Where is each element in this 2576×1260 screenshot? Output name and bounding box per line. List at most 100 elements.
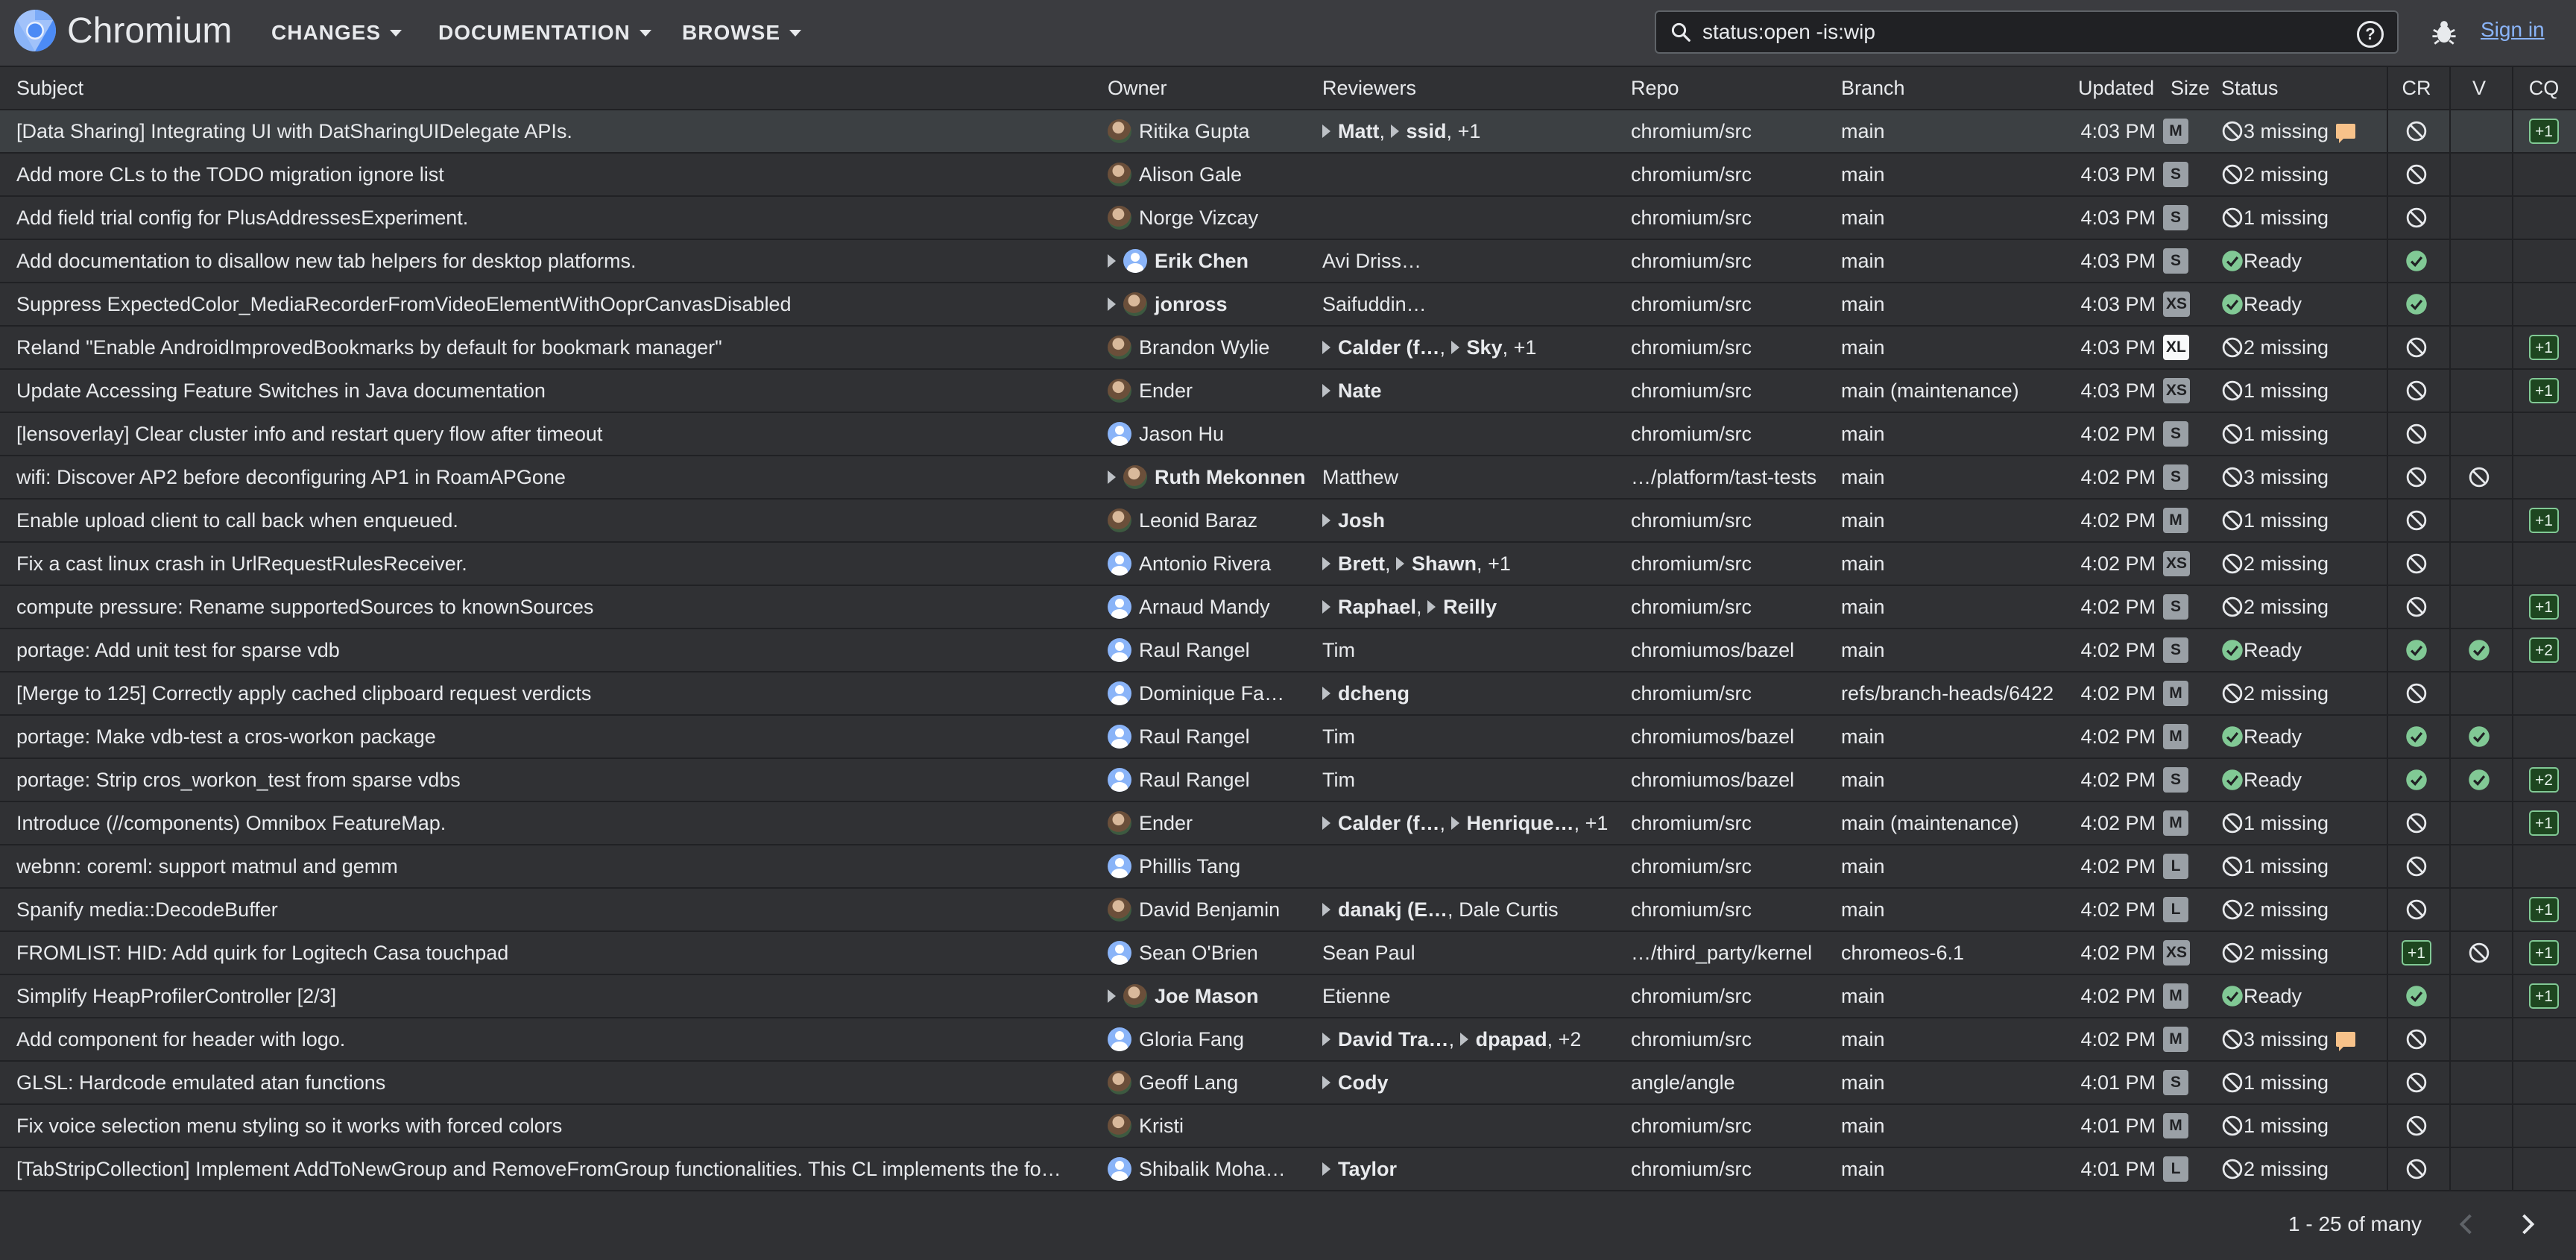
cq-cell[interactable]: [2512, 197, 2576, 239]
reviewers-cell[interactable]: Nate: [1322, 370, 1620, 412]
owner-cell[interactable]: Phillis Tang: [1108, 845, 1320, 887]
branch-link[interactable]: main: [1841, 456, 2072, 498]
status-cell[interactable]: 2 missing: [2221, 586, 2385, 628]
repo-link[interactable]: chromium/src: [1631, 586, 1840, 628]
table-row[interactable]: [TabStripCollection] Implement AddToNewG…: [0, 1148, 2576, 1191]
v-cell[interactable]: [2449, 802, 2509, 844]
subject-link[interactable]: [lensoverlay] Clear cluster info and res…: [16, 413, 1093, 455]
v-cell[interactable]: [2449, 197, 2509, 239]
branch-link[interactable]: main: [1841, 110, 2072, 152]
repo-link[interactable]: chromium/src: [1631, 240, 1840, 282]
branch-link[interactable]: main: [1841, 1062, 2072, 1103]
branch-link[interactable]: main: [1841, 283, 2072, 325]
status-cell[interactable]: 2 missing: [2221, 932, 2385, 974]
repo-link[interactable]: chromium/src: [1631, 110, 1840, 152]
status-cell[interactable]: 2 missing: [2221, 543, 2385, 585]
repo-link[interactable]: chromium/src: [1631, 802, 1840, 844]
reviewers-cell[interactable]: Cody: [1322, 1062, 1620, 1103]
v-cell[interactable]: [2449, 1105, 2509, 1147]
branch-link[interactable]: main: [1841, 154, 2072, 195]
v-cell[interactable]: [2449, 889, 2509, 930]
subject-link[interactable]: Add component for header with logo.: [16, 1018, 1093, 1060]
v-cell[interactable]: [2449, 154, 2509, 195]
status-cell[interactable]: 2 missing: [2221, 1148, 2385, 1190]
cq-cell[interactable]: [2512, 845, 2576, 887]
cr-cell[interactable]: [2387, 110, 2446, 152]
table-row[interactable]: Introduce (//components) Omnibox Feature…: [0, 802, 2576, 845]
cq-cell[interactable]: [2512, 543, 2576, 585]
owner-cell[interactable]: Norge Vizcay: [1108, 197, 1320, 239]
v-cell[interactable]: [2449, 370, 2509, 412]
subject-link[interactable]: Fix a cast linux crash in UrlRequestRule…: [16, 543, 1093, 585]
v-cell[interactable]: [2449, 1018, 2509, 1060]
table-row[interactable]: [Data Sharing] Integrating UI with DatSh…: [0, 110, 2576, 154]
menu-browse[interactable]: BROWSE: [682, 0, 801, 66]
cq-cell[interactable]: [2512, 1062, 2576, 1103]
reviewers-cell[interactable]: Tim: [1322, 759, 1620, 801]
reviewers-cell[interactable]: Calder (f…, Henrique…, +1: [1322, 802, 1620, 844]
cr-cell[interactable]: [2387, 1018, 2446, 1060]
cr-cell[interactable]: [2387, 975, 2446, 1017]
owner-cell[interactable]: Ender: [1108, 802, 1320, 844]
v-cell[interactable]: [2449, 1148, 2509, 1190]
status-cell[interactable]: Ready: [2221, 283, 2385, 325]
owner-cell[interactable]: Alison Gale: [1108, 154, 1320, 195]
subject-link[interactable]: Suppress ExpectedColor_MediaRecorderFrom…: [16, 283, 1093, 325]
help-icon[interactable]: ?: [2357, 21, 2384, 48]
table-row[interactable]: portage: Add unit test for sparse vdb Rau…: [0, 629, 2576, 672]
cq-cell[interactable]: +1: [2512, 327, 2576, 368]
status-cell[interactable]: 1 missing: [2221, 802, 2385, 844]
cr-cell[interactable]: [2387, 845, 2446, 887]
status-cell[interactable]: 1 missing: [2221, 845, 2385, 887]
cr-cell[interactable]: [2387, 1148, 2446, 1190]
cq-cell[interactable]: [2512, 1105, 2576, 1147]
branch-link[interactable]: main: [1841, 629, 2072, 671]
subject-link[interactable]: Enable upload client to call back when e…: [16, 500, 1093, 541]
subject-link[interactable]: portage: Add unit test for sparse vdb: [16, 629, 1093, 671]
reviewers-cell[interactable]: Avi Driss…: [1322, 240, 1620, 282]
subject-link[interactable]: FROMLIST: HID: Add quirk for Logitech Ca…: [16, 932, 1093, 974]
table-row[interactable]: webnn: coreml: support matmul and gemm Ph…: [0, 845, 2576, 889]
branch-link[interactable]: main (maintenance): [1841, 370, 2072, 412]
branch-link[interactable]: chromeos-6.1: [1841, 932, 2072, 974]
v-cell[interactable]: [2449, 716, 2509, 757]
v-cell[interactable]: [2449, 283, 2509, 325]
subject-link[interactable]: Add more CLs to the TODO migration ignor…: [16, 154, 1093, 195]
repo-link[interactable]: angle/angle: [1631, 1062, 1840, 1103]
v-cell[interactable]: [2449, 586, 2509, 628]
table-row[interactable]: Add component for header with logo. Glori…: [0, 1018, 2576, 1062]
subject-link[interactable]: portage: Make vdb-test a cros-workon pac…: [16, 716, 1093, 757]
cr-cell[interactable]: [2387, 283, 2446, 325]
repo-link[interactable]: chromium/src: [1631, 975, 1840, 1017]
status-cell[interactable]: 1 missing: [2221, 197, 2385, 239]
previous-page-icon[interactable]: [2454, 1211, 2481, 1238]
cq-cell[interactable]: +2: [2512, 759, 2576, 801]
repo-link[interactable]: chromium/src: [1631, 197, 1840, 239]
reviewers-cell[interactable]: Raphael, Reilly: [1322, 586, 1620, 628]
status-cell[interactable]: Ready: [2221, 716, 2385, 757]
branch-link[interactable]: main: [1841, 759, 2072, 801]
v-cell[interactable]: [2449, 327, 2509, 368]
table-row[interactable]: GLSL: Hardcode emulated atan functions Ge…: [0, 1062, 2576, 1105]
subject-link[interactable]: compute pressure: Rename supportedSource…: [16, 586, 1093, 628]
subject-link[interactable]: portage: Strip cros_workon_test from spa…: [16, 759, 1093, 801]
repo-link[interactable]: chromiumos/bazel: [1631, 629, 1840, 671]
subject-link[interactable]: Add documentation to disallow new tab he…: [16, 240, 1093, 282]
cq-cell[interactable]: [2512, 413, 2576, 455]
repo-link[interactable]: chromium/src: [1631, 845, 1840, 887]
repo-link[interactable]: chromium/src: [1631, 154, 1840, 195]
owner-cell[interactable]: Raul Rangel: [1108, 629, 1320, 671]
cr-cell[interactable]: [2387, 629, 2446, 671]
repo-link[interactable]: chromium/src: [1631, 889, 1840, 930]
branch-link[interactable]: main: [1841, 845, 2072, 887]
cq-cell[interactable]: +1: [2512, 110, 2576, 152]
cr-cell[interactable]: [2387, 240, 2446, 282]
next-page-icon[interactable]: [2513, 1211, 2540, 1238]
cr-cell[interactable]: [2387, 802, 2446, 844]
sign-in-link[interactable]: Sign in: [2481, 18, 2545, 42]
status-cell[interactable]: 3 missing: [2221, 456, 2385, 498]
subject-link[interactable]: [TabStripCollection] Implement AddToNewG…: [16, 1148, 1093, 1190]
cr-cell[interactable]: [2387, 197, 2446, 239]
v-cell[interactable]: [2449, 759, 2509, 801]
repo-link[interactable]: chromium/src: [1631, 1148, 1840, 1190]
